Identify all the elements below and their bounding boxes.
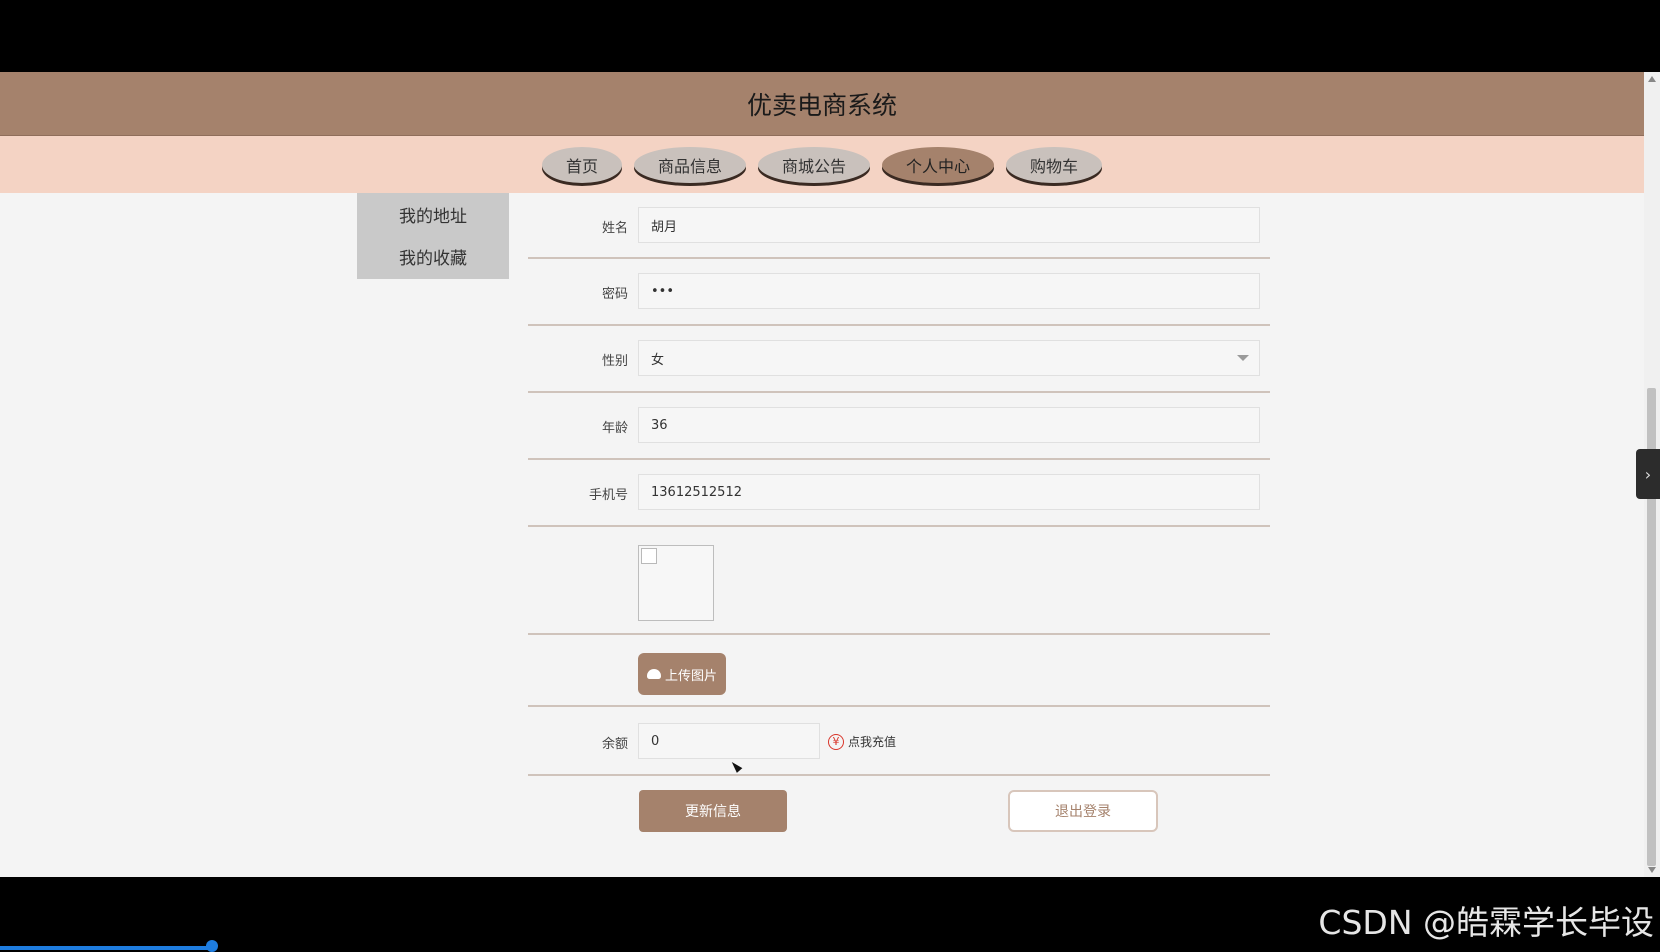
password-label: 密码: [601, 287, 628, 302]
upload-image-button[interactable]: 上传图片: [638, 653, 726, 695]
nav-announcements[interactable]: 商城公告: [757, 146, 870, 183]
gender-select[interactable]: 女: [638, 340, 1260, 376]
balance-label: 余额: [601, 737, 628, 752]
scroll-up-arrow-icon[interactable]: [1648, 76, 1656, 82]
balance-input[interactable]: 0: [638, 723, 820, 759]
form-actions: 更新信息 退出登录: [528, 776, 1270, 840]
cloud-upload-icon: [646, 669, 661, 679]
form-row-gender: 性别 女: [528, 326, 1270, 393]
sidebar-item-address[interactable]: 我的地址: [357, 193, 509, 235]
yen-icon: ¥: [828, 733, 844, 750]
password-input[interactable]: •••: [638, 273, 1260, 309]
update-info-button[interactable]: 更新信息: [639, 790, 787, 832]
form-row-age: 年龄 36: [528, 393, 1270, 460]
form-row-avatar: [528, 527, 1270, 635]
sidebar: 我的地址 我的收藏: [357, 193, 509, 279]
phone-input[interactable]: 13612512512: [638, 474, 1260, 510]
name-label: 姓名: [601, 221, 628, 236]
name-input[interactable]: 胡月: [638, 207, 1260, 243]
top-nav: 首页 商品信息 商城公告 个人中心 购物车: [0, 136, 1644, 193]
video-progress-bar[interactable]: [0, 946, 214, 950]
video-progress-handle[interactable]: [206, 940, 218, 952]
age-input[interactable]: 36: [638, 407, 1260, 443]
side-panel-toggle[interactable]: ›: [1636, 449, 1660, 499]
form-row-name: 姓名 胡月: [528, 193, 1270, 259]
nav-cart[interactable]: 购物车: [1006, 146, 1103, 183]
nav-home[interactable]: 首页: [541, 146, 622, 183]
gender-label: 性别: [601, 354, 628, 369]
form-row-phone: 手机号 13612512512: [528, 460, 1270, 527]
gender-value: 女: [651, 352, 665, 368]
logout-button[interactable]: 退出登录: [1008, 790, 1158, 832]
nav-personal-center[interactable]: 个人中心: [882, 146, 995, 183]
chevron-right-icon: ›: [1644, 464, 1652, 484]
broken-image-icon: [641, 548, 657, 564]
sidebar-item-favorites[interactable]: 我的收藏: [357, 235, 509, 277]
site-header: 优卖电商系统: [0, 72, 1644, 136]
phone-label: 手机号: [588, 488, 628, 503]
form-row-balance: 余额 0 ¥ 点我充值: [528, 707, 1270, 776]
nav-products[interactable]: 商品信息: [633, 146, 746, 183]
profile-form: 姓名 胡月 密码 ••• 性别 女 年龄 36 手机号 13612512512: [528, 193, 1270, 840]
chevron-down-icon: [1237, 355, 1249, 361]
upload-image-label: 上传图片: [664, 668, 717, 684]
age-label: 年龄: [601, 421, 628, 436]
browser-viewport: 优卖电商系统 首页 商品信息 商城公告 个人中心 购物车 我的地址 我的收藏 姓…: [0, 72, 1660, 877]
avatar-image: [638, 545, 714, 621]
scroll-down-arrow-icon[interactable]: [1648, 867, 1656, 873]
form-row-upload: 上传图片: [528, 635, 1270, 707]
watermark-text: CSDN @皓霖学长毕设: [1318, 903, 1654, 942]
site-title: 优卖电商系统: [746, 90, 897, 120]
recharge-link[interactable]: ¥ 点我充值: [828, 733, 896, 750]
recharge-label: 点我充值: [848, 735, 897, 749]
form-row-password: 密码 •••: [528, 259, 1270, 326]
